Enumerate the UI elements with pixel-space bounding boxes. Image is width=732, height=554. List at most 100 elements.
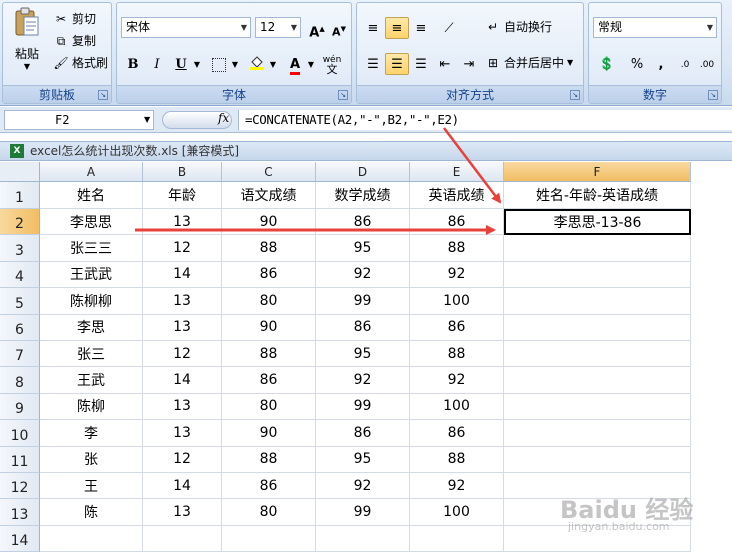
format-painter-button[interactable]: 🖌 格式刷 — [53, 53, 108, 73]
italic-button[interactable]: I — [145, 53, 169, 75]
active-cell[interactable]: 李思思-13-86 — [504, 209, 691, 236]
font-color-button[interactable]: A — [283, 53, 307, 75]
row-header-1[interactable]: 1 — [0, 182, 40, 209]
cell-b12[interactable]: 14 — [143, 473, 222, 500]
cell-d4[interactable]: 92 — [316, 261, 410, 289]
shrink-font-button[interactable]: A▼ — [327, 17, 351, 39]
column-header-e[interactable]: E — [410, 162, 504, 182]
cell-e13[interactable]: 100 — [410, 499, 504, 526]
row-header-5[interactable]: 5 — [0, 288, 40, 315]
cell-f3[interactable] — [504, 235, 691, 262]
cell-c6[interactable]: 90 — [222, 314, 316, 341]
cell-a10[interactable]: 李 — [40, 420, 143, 447]
chevron-down-icon[interactable]: ▼ — [144, 110, 154, 130]
number-format-select[interactable]: 常规 ▼ — [593, 17, 717, 38]
cell-a1[interactable]: 姓名 — [40, 182, 143, 209]
cell-f9[interactable] — [504, 393, 691, 421]
align-bottom-button[interactable]: ≡ — [409, 17, 433, 39]
cell-b13[interactable]: 13 — [143, 499, 222, 526]
cell-d10[interactable]: 86 — [316, 420, 410, 447]
row-header-9[interactable]: 9 — [0, 393, 40, 421]
cell-e1[interactable]: 英语成绩 — [410, 182, 504, 209]
cell-c1[interactable]: 语文成绩 — [222, 182, 316, 209]
cell-d9[interactable]: 99 — [316, 393, 410, 421]
underline-button[interactable]: U — [169, 53, 193, 75]
orientation-button[interactable]: ⟋ — [437, 17, 461, 39]
percent-button[interactable]: % — [625, 53, 649, 75]
cell-c7[interactable]: 88 — [222, 341, 316, 368]
cell-a8[interactable]: 王武 — [40, 367, 143, 394]
increase-decimal-button[interactable]: .0 — [673, 53, 697, 75]
formula-input[interactable]: =CONCATENATE(A2,"-",B2,"-",E2) — [238, 110, 732, 130]
decrease-indent-button[interactable]: ⇤ — [433, 53, 457, 75]
row-header-4[interactable]: 4 — [0, 261, 40, 289]
paste-button[interactable]: 粘贴 ▼ — [9, 7, 45, 77]
cell-f1[interactable]: 姓名-年龄-英语成绩 — [504, 182, 691, 209]
cell-b1[interactable]: 年龄 — [143, 182, 222, 209]
cell-c12[interactable]: 86 — [222, 473, 316, 500]
cell-a5[interactable]: 陈柳柳 — [40, 288, 143, 315]
cell-d11[interactable]: 95 — [316, 446, 410, 473]
row-header-11[interactable]: 11 — [0, 446, 40, 473]
cell-e11[interactable]: 88 — [410, 446, 504, 473]
cell-d12[interactable]: 92 — [316, 473, 410, 500]
cell-f4[interactable] — [504, 261, 691, 289]
cell-d3[interactable]: 95 — [316, 235, 410, 262]
cell-c3[interactable]: 88 — [222, 235, 316, 262]
cell-d7[interactable]: 95 — [316, 341, 410, 368]
column-header-c[interactable]: C — [222, 162, 316, 182]
cell-a13[interactable]: 陈 — [40, 499, 143, 526]
cell-d1[interactable]: 数学成绩 — [316, 182, 410, 209]
clipboard-launcher-icon[interactable]: ↘ — [98, 90, 108, 100]
cell-f7[interactable] — [504, 341, 691, 368]
row-header-10[interactable]: 10 — [0, 420, 40, 447]
fill-color-dropdown-icon[interactable]: ▼ — [267, 53, 279, 75]
decrease-decimal-button[interactable]: .00 — [695, 53, 719, 75]
row-header-3[interactable]: 3 — [0, 235, 40, 262]
cell-f5[interactable] — [504, 288, 691, 315]
copy-button[interactable]: ⧉ 复制 — [53, 31, 96, 51]
cell-e2[interactable]: 86 — [410, 209, 504, 236]
cell-a2[interactable]: 李思思 — [40, 209, 143, 236]
font-size-select[interactable]: 12 ▼ — [255, 17, 301, 38]
cell-a4[interactable]: 王武武 — [40, 261, 143, 289]
cell-b6[interactable]: 13 — [143, 314, 222, 341]
cell-a6[interactable]: 李思 — [40, 314, 143, 341]
cell-a14[interactable] — [40, 525, 143, 552]
alignment-launcher-icon[interactable]: ↘ — [570, 90, 580, 100]
cell-c8[interactable]: 86 — [222, 367, 316, 394]
cell-c5[interactable]: 80 — [222, 288, 316, 315]
cell-c2[interactable]: 90 — [222, 209, 316, 236]
fill-color-button[interactable] — [245, 53, 269, 75]
wrap-text-button[interactable]: ↵ 自动换行 — [485, 17, 552, 37]
cell-c9[interactable]: 80 — [222, 393, 316, 421]
column-header-f[interactable]: F — [504, 162, 691, 182]
bold-button[interactable]: B — [121, 53, 145, 75]
cell-d5[interactable]: 99 — [316, 288, 410, 315]
font-launcher-icon[interactable]: ↘ — [338, 90, 348, 100]
cell-f10[interactable] — [504, 420, 691, 447]
merge-center-button[interactable]: ⊞ 合并后居中 ▼ — [485, 53, 573, 73]
cell-a12[interactable]: 王 — [40, 473, 143, 500]
cell-e4[interactable]: 92 — [410, 261, 504, 289]
row-header-14[interactable]: 14 — [0, 525, 40, 552]
cell-e7[interactable]: 88 — [410, 341, 504, 368]
column-header-b[interactable]: B — [143, 162, 222, 182]
insert-function-icon[interactable]: fx — [218, 111, 229, 125]
cell-c10[interactable]: 90 — [222, 420, 316, 447]
select-all-corner[interactable] — [0, 162, 40, 182]
cell-e6[interactable]: 86 — [410, 314, 504, 341]
align-center-button[interactable]: ☰ — [385, 53, 409, 75]
cell-b4[interactable]: 14 — [143, 261, 222, 289]
align-left-button[interactable]: ☰ — [361, 53, 385, 75]
cell-e9[interactable]: 100 — [410, 393, 504, 421]
grow-font-button[interactable]: A▲ — [305, 17, 329, 40]
phonetic-button[interactable]: wén 文 — [319, 53, 345, 75]
align-right-button[interactable]: ☰ — [409, 53, 433, 75]
cell-e3[interactable]: 88 — [410, 235, 504, 262]
cut-button[interactable]: ✂ 剪切 — [53, 9, 96, 29]
cell-e12[interactable]: 92 — [410, 473, 504, 500]
column-header-a[interactable]: A — [40, 162, 143, 182]
border-button[interactable] — [207, 53, 231, 75]
cell-e8[interactable]: 92 — [410, 367, 504, 394]
